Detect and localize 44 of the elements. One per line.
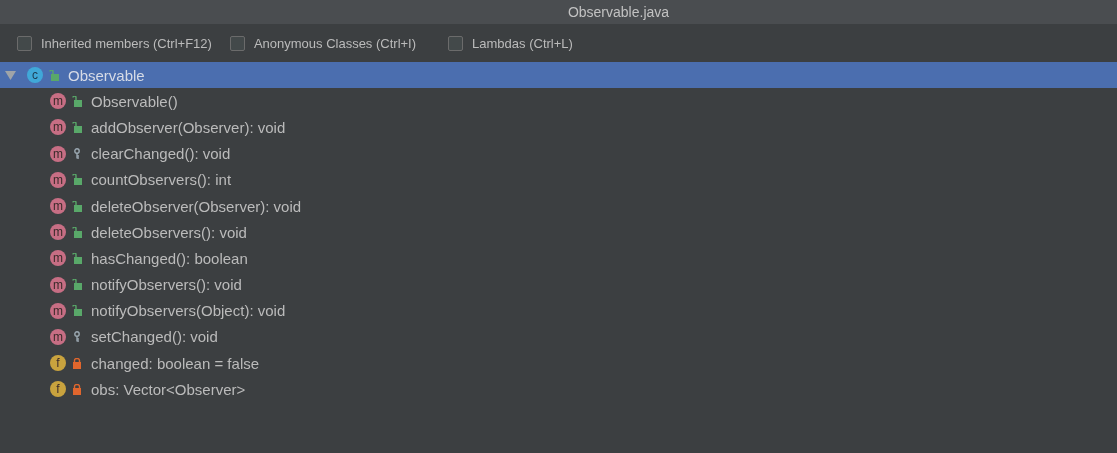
option-label: Lambdas (Ctrl+L) bbox=[472, 35, 573, 51]
method-item[interactable]: addObserver(Observer): void bbox=[91, 118, 286, 136]
method-item[interactable]: deleteObservers(): void bbox=[91, 223, 247, 241]
unlocked-padlock-icon bbox=[72, 305, 82, 317]
padlock-icon bbox=[72, 383, 82, 395]
method-icon: m bbox=[50, 276, 66, 293]
method-item[interactable]: Observable() bbox=[91, 92, 178, 110]
key-icon bbox=[72, 148, 82, 160]
field-item[interactable]: obs: Vector<Observer> bbox=[91, 380, 246, 398]
method-icon: m bbox=[50, 198, 66, 215]
method-item[interactable]: deleteObserver(Observer): void bbox=[91, 197, 302, 215]
unlocked-padlock-icon bbox=[72, 252, 82, 264]
unlocked-padlock-icon bbox=[72, 279, 82, 291]
field-icon: f bbox=[50, 355, 66, 372]
class-icon: c bbox=[27, 67, 43, 84]
method-item[interactable]: setChanged(): void bbox=[91, 328, 218, 346]
padlock-icon bbox=[72, 357, 82, 369]
method-item[interactable]: notifyObservers(Object): void bbox=[91, 302, 286, 320]
method-item[interactable]: hasChanged(): boolean bbox=[91, 249, 248, 267]
method-icon: m bbox=[50, 119, 66, 136]
option-checkbox[interactable]: Lambdas (Ctrl+L) bbox=[448, 35, 573, 51]
expand-arrow-icon[interactable] bbox=[5, 70, 16, 81]
tree-item[interactable]: c Observable bbox=[0, 62, 1117, 89]
method-icon: m bbox=[50, 224, 66, 241]
method-icon: m bbox=[50, 250, 66, 267]
method-icon: m bbox=[50, 302, 66, 319]
unlocked-padlock-icon bbox=[72, 226, 82, 238]
unlocked-padlock-icon bbox=[72, 121, 82, 133]
unlocked-padlock-icon bbox=[49, 69, 59, 81]
method-icon: m bbox=[50, 171, 66, 188]
key-icon bbox=[72, 331, 82, 343]
field-icon: f bbox=[50, 381, 66, 398]
method-item[interactable]: clearChanged(): void bbox=[91, 145, 231, 163]
window-title: Observable.java bbox=[567, 4, 670, 20]
method-icon: m bbox=[50, 93, 66, 110]
method-item[interactable]: countObservers(): int bbox=[91, 171, 232, 189]
class-name: Observable bbox=[68, 66, 145, 84]
unlocked-padlock-icon bbox=[72, 95, 82, 107]
unlocked-padlock-icon bbox=[72, 174, 82, 186]
unlocked-padlock-icon bbox=[72, 200, 82, 212]
method-icon: m bbox=[50, 145, 66, 162]
field-item[interactable]: changed: boolean = false bbox=[91, 354, 260, 372]
method-icon: m bbox=[50, 328, 66, 345]
method-item[interactable]: notifyObservers(): void bbox=[91, 276, 242, 294]
